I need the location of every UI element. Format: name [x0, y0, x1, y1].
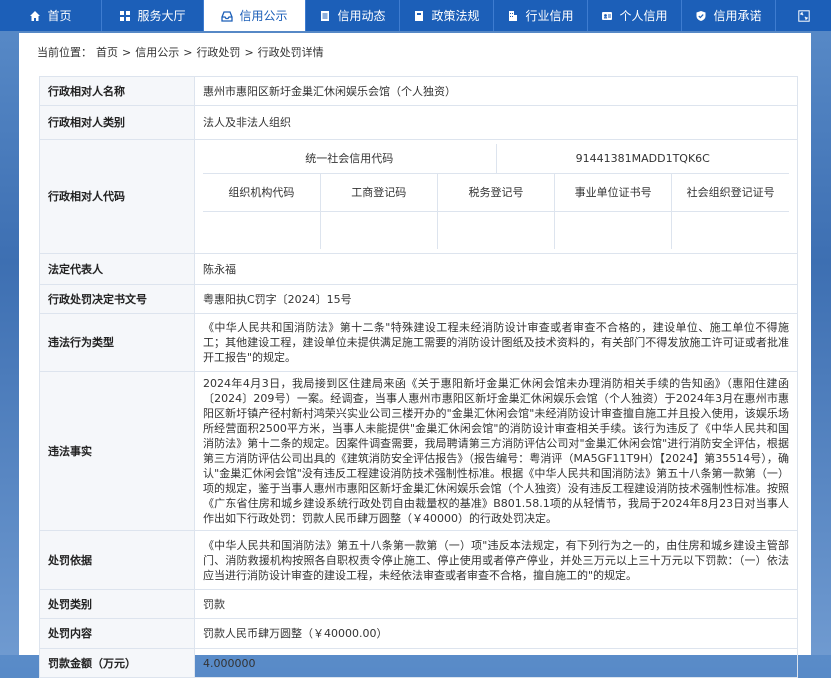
table-row: 法定代表人 陈永福 — [39, 253, 798, 285]
grid-icon — [120, 10, 131, 21]
home-icon — [30, 10, 41, 21]
document-icon — [321, 10, 330, 21]
field-label-doc-no: 行政处罚决定书文号 — [39, 284, 195, 314]
nav-item-credit-news[interactable]: 信用动态 — [306, 0, 400, 31]
biz-reg-value — [319, 211, 438, 249]
social-org-label: 社会组织登记证号 — [671, 173, 789, 212]
nav-item-credit-publicity[interactable]: 信用公示 — [204, 0, 306, 31]
uscc-header-row: 统一社会信用代码 91441381MADD1TQK6C — [203, 144, 789, 174]
nav-item-label: 信用动态 — [337, 9, 386, 23]
field-label-code: 行政相对人代码 — [39, 139, 195, 254]
breadcrumb-prefix: 当前位置： — [37, 46, 92, 59]
field-label-violation-type: 违法行为类型 — [39, 313, 195, 372]
field-value-facts: 2024年4月3日，我局接到区住建局来函《关于惠阳新圩金巢汇休闲会馆未办理消防相… — [194, 371, 798, 531]
tax-reg-label: 税务登记号 — [436, 173, 556, 212]
field-value-penalty-type: 罚款 — [194, 589, 798, 619]
org-code-label: 组织机构代码 — [203, 173, 321, 212]
field-value-name: 惠州市惠阳区新圩金巢汇休闲娱乐会馆（个人独资） — [194, 76, 798, 106]
nav-item-service-hall[interactable]: 服务大厅 — [102, 0, 204, 31]
field-value-representative: 陈永福 — [194, 253, 798, 285]
breadcrumb: 当前位置： 首页 > 信用公示 > 行政处罚 > 行政处罚详情 — [19, 33, 811, 73]
penalty-detail-table: 行政相对人名称 惠州市惠阳区新圩金巢汇休闲娱乐会馆（个人独资） 行政相对人类别 … — [39, 76, 798, 678]
tray-icon — [221, 10, 234, 22]
nav-item-label: 政策法规 — [431, 9, 480, 23]
org-code-value — [203, 211, 321, 249]
field-label-penalty-content: 处罚内容 — [39, 618, 195, 649]
table-row: 违法行为类型 《中华人民共和国消防法》第十二条"特殊建设工程未经消防设计审查或者… — [39, 313, 798, 372]
social-org-value — [671, 211, 789, 249]
table-row: 行政相对人名称 惠州市惠阳区新圩金巢汇休闲娱乐会馆（个人独资） — [39, 76, 798, 106]
field-value-category: 法人及非法人组织 — [194, 105, 798, 140]
id-card-icon — [602, 11, 613, 20]
field-value-penalty-content: 罚款人民币肆万圆整（￥40000.00） — [194, 618, 798, 649]
nav-item-label: 首页 — [47, 9, 72, 23]
breadcrumb-current: 行政处罚详情 — [257, 46, 324, 59]
nav-item-label: 行业信用 — [525, 9, 574, 23]
nav-item-label: 信用承诺 — [713, 9, 762, 23]
field-label-representative: 法定代表人 — [39, 253, 195, 285]
uscc-label: 统一社会信用代码 — [203, 144, 497, 173]
table-row: 行政处罚决定书文号 粤惠阳执C罚字〔2024〕15号 — [39, 284, 798, 314]
table-row: 处罚依据 《中华人民共和国消防法》第五十八条第一款第（一）项"违反本法规定，有下… — [39, 530, 798, 590]
breadcrumb-link-penalty[interactable]: 行政处罚 — [196, 46, 240, 59]
expand-button[interactable] — [776, 0, 831, 31]
field-label-facts: 违法事实 — [39, 371, 195, 531]
expand-icon — [797, 9, 810, 22]
nav-item-home[interactable]: 首页 — [0, 0, 102, 31]
breadcrumb-link-home[interactable]: 首页 — [96, 46, 118, 59]
table-row: 罚款金额（万元） 4.000000 — [39, 648, 798, 678]
breadcrumb-separator: > — [244, 46, 254, 59]
nav-item-credit-commitment[interactable]: 信用承诺 — [682, 0, 776, 31]
field-label-fine: 罚款金额（万元） — [39, 648, 195, 678]
nav-item-industry-credit[interactable]: 行业信用 — [494, 0, 588, 31]
table-row: 处罚内容 罚款人民币肆万圆整（￥40000.00） — [39, 618, 798, 649]
field-label-category: 行政相对人类别 — [39, 105, 195, 140]
field-value-doc-no: 粤惠阳执C罚字〔2024〕15号 — [194, 284, 798, 314]
field-value-basis: 《中华人民共和国消防法》第五十八条第一款第（一）项"违反本法规定，有下列行为之一… — [194, 530, 798, 590]
table-row: 行政相对人代码 统一社会信用代码 91441381MADD1TQK6C 组织机构… — [39, 139, 798, 254]
table-row: 违法事实 2024年4月3日，我局接到区住建局来函《关于惠阳新圩金巢汇休闲会馆未… — [39, 371, 798, 531]
inst-cert-label: 事业单位证书号 — [554, 173, 673, 212]
field-label-basis: 处罚依据 — [39, 530, 195, 590]
breadcrumb-separator: > — [183, 46, 193, 59]
uscc-value: 91441381MADD1TQK6C — [575, 152, 710, 165]
field-label-penalty-type: 处罚类别 — [39, 589, 195, 619]
field-value-fine: 4.000000 — [194, 648, 798, 678]
table-row: 处罚类别 罚款 — [39, 589, 798, 619]
tax-reg-value — [436, 211, 556, 249]
content-panel: 当前位置： 首页 > 信用公示 > 行政处罚 > 行政处罚详情 行政相对人名称 惠州市惠阳区新… — [19, 33, 811, 678]
building-icon — [509, 10, 518, 21]
book-icon — [415, 10, 424, 21]
nav-item-label: 信用公示 — [239, 9, 288, 23]
nav-item-personal-credit[interactable]: 个人信用 — [588, 0, 682, 31]
breadcrumb-link-credit-publicity[interactable]: 信用公示 — [135, 46, 179, 59]
nav-item-policy[interactable]: 政策法规 — [400, 0, 494, 31]
breadcrumb-separator: > — [122, 46, 132, 59]
nav-item-label: 个人信用 — [619, 9, 668, 23]
inst-cert-value — [554, 211, 673, 249]
field-label-name: 行政相对人名称 — [39, 76, 195, 106]
biz-reg-label: 工商登记码 — [319, 173, 438, 212]
table-row: 行政相对人类别 法人及非法人组织 — [39, 105, 798, 140]
top-nav: 首页 服务大厅 信用公示 信用动态 政策法规 行业信用 个人信用 信用承诺 — [0, 0, 831, 31]
code-subtable: 统一社会信用代码 91441381MADD1TQK6C 组织机构代码 工商登记码… — [203, 144, 789, 249]
code-subtable-cell: 统一社会信用代码 91441381MADD1TQK6C 组织机构代码 工商登记码… — [194, 139, 798, 254]
field-value-violation-type: 《中华人民共和国消防法》第十二条"特殊建设工程未经消防设计审查或者审查不合格的，… — [194, 313, 798, 372]
shield-check-icon — [696, 10, 706, 21]
nav-item-label: 服务大厅 — [137, 9, 186, 23]
